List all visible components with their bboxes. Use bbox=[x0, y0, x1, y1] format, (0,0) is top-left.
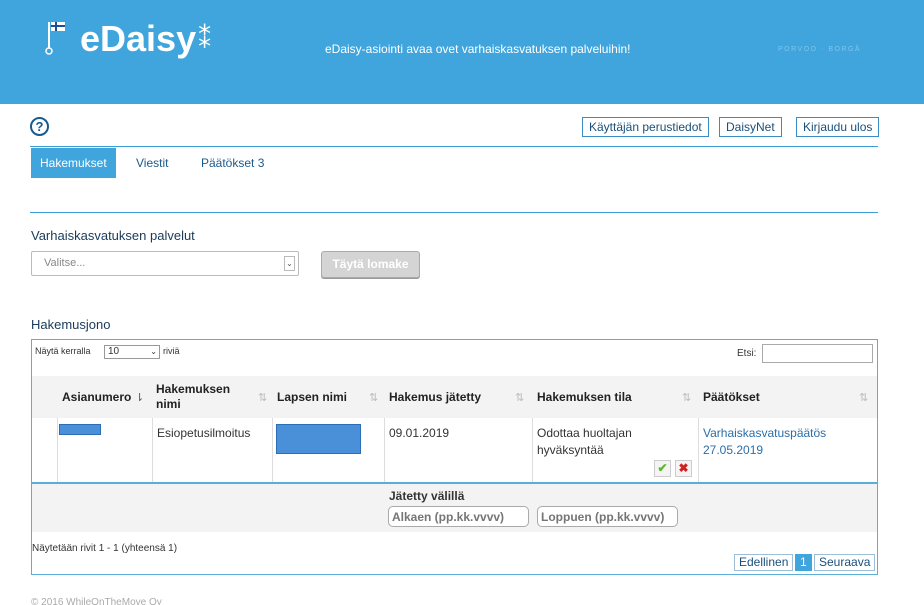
length-label: Näytä kerralla bbox=[35, 346, 91, 356]
column-label: Päätökset bbox=[703, 390, 760, 404]
application-name: Esiopetusilmoitus bbox=[157, 426, 251, 440]
edaisy-logo[interactable]: eDaisy ⁑ bbox=[42, 18, 211, 60]
divider bbox=[384, 418, 385, 482]
divider bbox=[698, 418, 699, 482]
divider bbox=[272, 418, 273, 482]
sort-icon[interactable]: ⇅ bbox=[369, 391, 378, 404]
column-label: Asianumero bbox=[62, 390, 132, 404]
column-header[interactable]: Päätökset bbox=[703, 376, 823, 418]
daisy-flower-icon: ⁑ bbox=[198, 24, 212, 54]
column-header[interactable]: Hakemuksen nimi bbox=[156, 376, 256, 418]
sort-desc-icon[interactable]: ⇂ bbox=[135, 391, 144, 404]
column-header[interactable]: Hakemus jätetty bbox=[389, 376, 509, 418]
search-input[interactable] bbox=[762, 344, 873, 363]
sort-icon[interactable]: ⇅ bbox=[859, 391, 868, 404]
table-header: Asianumero ⇂ Hakemuksen nimi ⇅ Lapsen ni… bbox=[32, 376, 877, 418]
pager-page-button[interactable]: 1 bbox=[795, 554, 812, 571]
table-info: Näytetään rivit 1 - 1 (yhteensä 1) bbox=[32, 543, 178, 554]
fill-form-button[interactable]: Täytä lomake bbox=[321, 251, 420, 278]
chevron-down-icon: ⌄ bbox=[150, 347, 157, 356]
submitted-date: 09.01.2019 bbox=[389, 426, 450, 440]
profile-button[interactable]: Käyttäjän perustiedot bbox=[582, 117, 709, 137]
length-select[interactable]: 10 ⌄ bbox=[104, 345, 160, 359]
question-icon[interactable]: ? bbox=[30, 117, 49, 136]
close-icon[interactable]: ✖ bbox=[675, 460, 692, 477]
footer-copyright: © 2016 WhileOnTheMove Oy bbox=[31, 597, 162, 605]
date-from-input[interactable] bbox=[388, 506, 529, 527]
logout-button[interactable]: Kirjaudu ulos bbox=[796, 117, 880, 137]
divider bbox=[57, 418, 58, 482]
search-label: Etsi: bbox=[737, 348, 757, 359]
tab-messages[interactable]: Viestit bbox=[136, 148, 168, 178]
sort-icon[interactable]: ⇅ bbox=[258, 391, 267, 404]
filter-label: Jätetty välillä bbox=[389, 489, 465, 503]
column-label: Hakemuksen nimi bbox=[156, 382, 231, 411]
column-header[interactable]: Lapsen nimi bbox=[277, 376, 367, 418]
decision-link[interactable]: Varhaiskasvatuspäätös 27.05.2019 bbox=[703, 425, 843, 459]
city-logo: PORVOO · BORGÅ bbox=[778, 46, 862, 53]
length-select-value: 10 bbox=[108, 346, 120, 357]
column-label: Hakemus jätetty bbox=[389, 390, 482, 404]
column-label: Lapsen nimi bbox=[277, 390, 348, 404]
tab-decisions[interactable]: Päätökset 3 bbox=[201, 148, 264, 178]
application-status: Odottaa huoltajan hyväksyntää bbox=[537, 426, 632, 457]
service-select-value: Valitse... bbox=[44, 257, 86, 269]
pager-previous-button[interactable]: Edellinen bbox=[734, 554, 794, 571]
length-suffix: riviä bbox=[163, 346, 180, 356]
logo-text: eDaisy bbox=[80, 18, 197, 59]
date-to-input[interactable] bbox=[537, 506, 678, 527]
date-filter-row: Jätetty välillä bbox=[32, 482, 877, 532]
service-select[interactable]: Valitse... ⌄ bbox=[31, 251, 299, 276]
applications-table: Näytä kerralla 10 ⌄ riviä Etsi: Asianume… bbox=[31, 339, 878, 575]
header-slogan: eDaisy-asiointi avaa ovet varhaiskasvatu… bbox=[325, 42, 631, 56]
chevron-down-icon: ⌄ bbox=[284, 256, 295, 271]
divider bbox=[532, 418, 533, 482]
header-banner: eDaisy ⁑ eDaisy-asiointi avaa ovet varha… bbox=[0, 0, 924, 104]
redacted-case-number bbox=[59, 424, 101, 435]
tab-applications[interactable]: Hakemukset bbox=[31, 148, 116, 178]
divider bbox=[152, 418, 153, 482]
services-title: Varhaiskasvatuksen palvelut bbox=[31, 228, 195, 243]
column-header[interactable]: Hakemuksen tila bbox=[537, 376, 657, 418]
divider bbox=[30, 146, 878, 147]
queue-title: Hakemusjono bbox=[31, 317, 111, 332]
sort-icon[interactable]: ⇅ bbox=[682, 391, 691, 404]
flag-icon bbox=[42, 18, 70, 60]
divider bbox=[30, 212, 878, 213]
pager-next-button[interactable]: Seuraava bbox=[814, 554, 876, 571]
checkmark-icon[interactable]: ✔ bbox=[654, 460, 671, 477]
sort-icon[interactable]: ⇅ bbox=[515, 391, 524, 404]
redacted-child-name bbox=[276, 424, 361, 454]
daisynet-button[interactable]: DaisyNet bbox=[719, 117, 782, 137]
column-label: Hakemuksen tila bbox=[537, 390, 632, 404]
